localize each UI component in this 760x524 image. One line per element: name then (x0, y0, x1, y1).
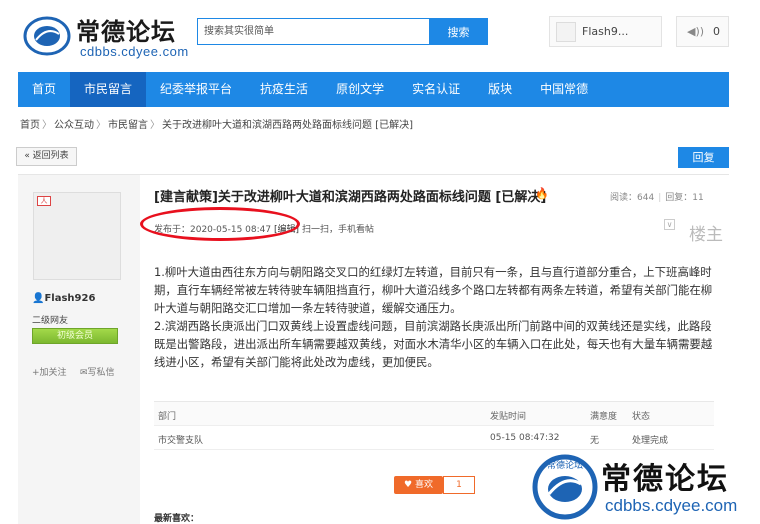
hot-fire-icon: 🔥 (535, 187, 549, 200)
nav-real-name[interactable]: 实名认证 (398, 72, 474, 107)
site-logo[interactable]: 常德论坛 cdbbs.cdyee.com (22, 8, 197, 64)
logo-mark-icon (23, 16, 71, 56)
col-header-status: 状态 (632, 412, 651, 422)
author-sidebar: 人 👤Flash926 二级网友 初级会员 +加关注 ✉写私信 (18, 175, 140, 524)
content-paragraph: 1.柳叶大道由西往东方向与朝阳路交叉口的红绿灯左转道，目前只有一条，且与直行道部… (154, 265, 713, 315)
site-watermark: 常德论坛 常德论坛 cdbbs.cdyee.com (531, 454, 760, 523)
watermark-logo-icon: 常德论坛 (532, 454, 598, 520)
cell-department: 市交警支队 (158, 436, 204, 446)
username: Flash9... (582, 25, 629, 38)
nav-boards[interactable]: 版块 (474, 72, 526, 107)
col-header-satisfaction: 满意度 (590, 412, 618, 422)
back-to-list-button[interactable]: « 返回列表 (16, 147, 77, 166)
post-stats: 阅读：644 | 回复：11 (610, 193, 704, 203)
avatar-badge: 人 (37, 196, 51, 206)
notification-button[interactable]: ◀)) 0 (676, 16, 729, 47)
user-menu[interactable]: Flash9... (549, 16, 662, 47)
search-field[interactable] (197, 18, 429, 45)
notification-count: 0 (713, 25, 720, 38)
breadcrumb-current-thread[interactable]: 关于改进柳叶大道和滨湖西路两处路面标线问题 [已解决] (162, 120, 413, 131)
nav-citizen-messages[interactable]: 市民留言 (70, 72, 147, 107)
table-header-row: 部门 发贴时间 满意度 状态 (154, 402, 714, 426)
author-name[interactable]: 👤Flash926 (32, 293, 95, 304)
table-row: 市交警支队 05-15 08:47:32 无 处理完成 (154, 426, 714, 450)
post-title: [建言献策]关于改进柳叶大道和滨湖西路两处路面标线问题 [已解决] (154, 190, 547, 205)
breadcrumb-public-interaction[interactable]: 公众互动 (54, 120, 94, 131)
private-message-button[interactable]: ✉写私信 (80, 365, 115, 378)
breadcrumb-home[interactable]: 首页 (20, 120, 40, 131)
nav-home[interactable]: 首页 (18, 72, 70, 107)
message-icon: ✉ (80, 368, 88, 378)
content-paragraph: 2.滨湖西路长庚派出门口双黄线上设置虚线问题，目前滨湖路长庚派出所门前路中间的双… (154, 319, 713, 369)
author-level: 二级网友 (32, 316, 69, 326)
recent-likes-label: 最新喜欢： (154, 514, 200, 524)
watermark-title: 常德论坛 (601, 462, 729, 497)
nav-epidemic-life[interactable]: 抗疫生活 (246, 72, 322, 107)
breadcrumb: 首页〉公众互动〉市民留言〉关于改进柳叶大道和滨湖西路两处路面标线问题 [已解决] (20, 120, 413, 131)
cell-satisfaction: 无 (590, 436, 600, 446)
mobile-scan-link[interactable]: 扫一扫，手机看帖 (302, 222, 374, 235)
col-header-time: 发贴时间 (490, 412, 527, 422)
site-header: 常德论坛 cdbbs.cdyee.com 搜索 Flash9... ◀)) 0 (0, 0, 760, 68)
chevron-down-icon[interactable]: ∨ (664, 219, 675, 230)
breadcrumb-citizen-messages[interactable]: 市民留言 (108, 120, 148, 131)
like-button[interactable]: ♥ 喜欢 (394, 476, 443, 494)
response-table: 部门 发贴时间 满意度 状态 市交警支队 05-15 08:47:32 无 处理… (154, 401, 714, 450)
speaker-icon: ◀)) (687, 25, 705, 38)
heart-icon: ♥ (404, 480, 413, 490)
col-header-department: 部门 (158, 412, 177, 422)
cell-time: 05-15 08:47:32 (490, 433, 560, 443)
author-avatar[interactable]: 人 (33, 192, 121, 280)
floor-label: 楼主 (689, 225, 723, 245)
user-avatar (556, 22, 576, 42)
nav-original-literature[interactable]: 原创文学 (322, 72, 398, 107)
reply-button[interactable]: 回复 (678, 147, 729, 168)
post-content: 1.柳叶大道由西往东方向与朝阳路交叉口的红绿灯左转道，目前只有一条，且与直行道部… (154, 263, 714, 371)
search-button[interactable]: 搜索 (429, 18, 488, 45)
view-count: 阅读：644 (610, 193, 655, 203)
nav-discipline-report[interactable]: 纪委举报平台 (146, 72, 246, 107)
main-nav: 首页 市民留言 纪委举报平台 抗疫生活 原创文学 实名认证 版块 中国常德 (18, 72, 729, 107)
user-icon: 👤 (32, 293, 45, 304)
like-count: 1 (443, 476, 475, 494)
watermark-domain: cdbbs.cdyee.com (605, 496, 738, 515)
watermark-ring-text: 常德论坛 (547, 459, 583, 471)
cell-status: 处理完成 (632, 436, 669, 446)
red-annotation-circle (140, 207, 300, 241)
logo-title: 常德论坛 (76, 17, 176, 46)
search-input[interactable] (198, 19, 429, 44)
nav-china-changde[interactable]: 中国常德 (526, 72, 602, 107)
reply-count: 回复：11 (665, 193, 704, 203)
follow-button[interactable]: +加关注 (32, 365, 67, 378)
author-group-badge: 初级会员 (32, 328, 118, 344)
logo-domain: cdbbs.cdyee.com (80, 44, 189, 59)
